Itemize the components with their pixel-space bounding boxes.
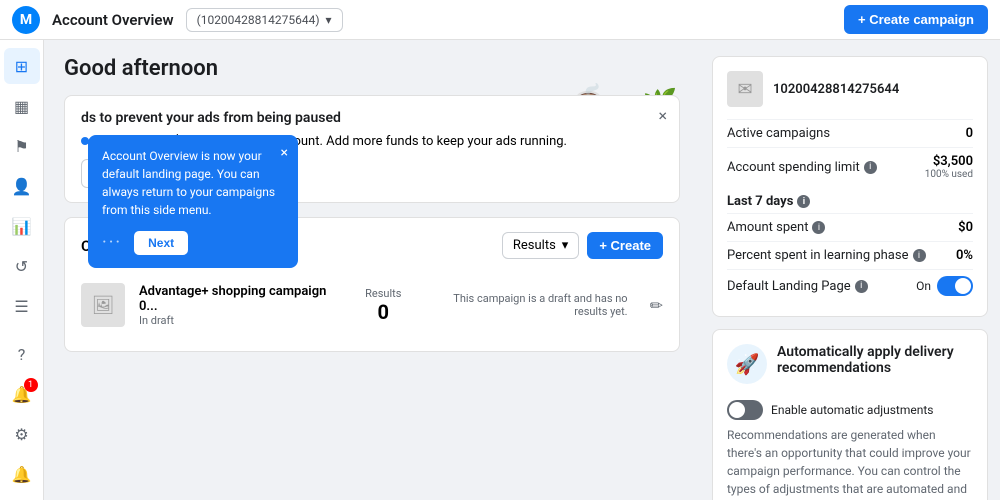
amount-spent-label: Amount spent i bbox=[727, 220, 825, 235]
results-label-row: Results bbox=[353, 287, 413, 300]
amount-spent-info-icon[interactable]: i bbox=[812, 221, 825, 234]
account-selector[interactable]: (10200428814275644) ▾ bbox=[186, 8, 343, 32]
spending-limit-info-icon[interactable]: i bbox=[864, 161, 877, 174]
default-landing-info-icon[interactable]: i bbox=[855, 280, 868, 293]
alert-title: ds to prevent your ads from being paused bbox=[81, 110, 663, 126]
sidebar-item-flag[interactable]: ⚑ bbox=[4, 128, 40, 164]
spending-limit-row: Account spending limit i $3,500 100% use… bbox=[727, 147, 973, 186]
tooltip-dots: ··· bbox=[102, 229, 122, 256]
sidebar-item-gear[interactable]: ⚙ bbox=[4, 416, 40, 452]
campaign-note: This campaign is a draft and has no resu… bbox=[427, 292, 635, 318]
account-avatar-icon: ✉ bbox=[727, 71, 763, 107]
percent-learning-info-icon[interactable]: i bbox=[913, 249, 926, 262]
default-landing-row: Default Landing Page i On bbox=[727, 269, 973, 302]
default-landing-on-label: On bbox=[916, 279, 931, 293]
percent-learning-label: Percent spent in learning phase i bbox=[727, 248, 926, 263]
meta-logo: M bbox=[12, 6, 40, 34]
percent-learning-row: Percent spent in learning phase i 0% bbox=[727, 241, 973, 269]
campaign-thumbnail: 🖼 bbox=[81, 283, 125, 327]
campaign-status: In draft bbox=[139, 314, 339, 327]
default-landing-toggle[interactable] bbox=[937, 276, 973, 296]
results-dropdown[interactable]: Results ▾ bbox=[502, 232, 579, 259]
active-campaigns-row: Active campaigns 0 bbox=[727, 119, 973, 147]
tooltip-popup: × Account Overview is now your default l… bbox=[88, 135, 298, 268]
account-overview-card: ✉ 10200428814275644 Active campaigns 0 A… bbox=[712, 56, 988, 317]
results-value: 0 bbox=[353, 300, 413, 324]
sidebar-item-menu[interactable]: ☰ bbox=[4, 288, 40, 324]
main-layout: ⊞ ▦ ⚑ 👤 📊 ↺ ☰ ? 🔔 1 ⚙ 🔔 × Account Overvi… bbox=[0, 40, 1000, 500]
page-title: Account Overview bbox=[52, 11, 174, 29]
alert-close-button[interactable]: × bbox=[658, 106, 667, 125]
last7days-info-icon[interactable]: i bbox=[797, 195, 810, 208]
sidebar-item-notifications[interactable]: 🔔 1 bbox=[4, 376, 40, 412]
spending-limit-label: Account spending limit i bbox=[727, 160, 877, 175]
toggle-knob bbox=[955, 278, 971, 294]
active-campaigns-value: 0 bbox=[966, 126, 973, 141]
sidebar-item-bell[interactable]: 🔔 bbox=[4, 456, 40, 492]
delivery-icon: 🚀 bbox=[727, 344, 767, 384]
account-id-display: 10200428814275644 bbox=[773, 82, 899, 97]
percent-learning-value: 0% bbox=[956, 248, 973, 263]
main-content: × Account Overview is now your default l… bbox=[44, 40, 700, 500]
enable-adjustments-row: Enable automatic adjustments bbox=[727, 394, 973, 426]
campaign-row: 🖼 Advantage+ shopping campaign 0... In d… bbox=[81, 273, 663, 337]
dropdown-chevron-icon: ▾ bbox=[562, 238, 569, 253]
campaign-name: Advantage+ shopping campaign 0... bbox=[139, 284, 339, 314]
active-campaigns-label: Active campaigns bbox=[727, 126, 830, 141]
sidebar-item-grid[interactable]: ▦ bbox=[4, 88, 40, 124]
delivery-description: Recommendations are generated when there… bbox=[727, 426, 973, 500]
sidebar-item-home[interactable]: ⊞ bbox=[4, 48, 40, 84]
sidebar-item-rotate[interactable]: ↺ bbox=[4, 248, 40, 284]
amount-spent-row: Amount spent i $0 bbox=[727, 213, 973, 241]
spending-limit-sub: 100% used bbox=[925, 169, 973, 180]
account-id-label: (10200428814275644) bbox=[197, 13, 320, 27]
results-label: Results bbox=[513, 238, 556, 253]
spending-limit-value: $3,500 bbox=[925, 154, 973, 169]
tooltip-close-button[interactable]: × bbox=[281, 143, 288, 164]
default-landing-label: Default Landing Page i bbox=[727, 279, 868, 294]
chevron-down-icon: ▾ bbox=[326, 13, 332, 27]
top-nav: M Account Overview (10200428814275644) ▾… bbox=[0, 0, 1000, 40]
sidebar-item-help[interactable]: ? bbox=[4, 336, 40, 372]
tooltip-next-button[interactable]: Next bbox=[134, 231, 188, 255]
delivery-title: Automatically apply delivery recommendat… bbox=[777, 344, 973, 376]
create-campaign-button[interactable]: + Create campaign bbox=[844, 5, 988, 34]
toggle-knob-off bbox=[729, 402, 745, 418]
sidebar-item-people[interactable]: 👤 bbox=[4, 168, 40, 204]
edit-icon[interactable]: ✏ bbox=[650, 296, 663, 315]
last7days-header: Last 7 days i bbox=[727, 186, 973, 213]
enable-adjustments-label: Enable automatic adjustments bbox=[771, 403, 933, 417]
sidebar-item-chart[interactable]: 📊 bbox=[4, 208, 40, 244]
tooltip-text: Account Overview is now your default lan… bbox=[102, 147, 284, 219]
sidebar: ⊞ ▦ ⚑ 👤 📊 ↺ ☰ ? 🔔 1 ⚙ 🔔 bbox=[0, 40, 44, 500]
delivery-recommendations-card: 🚀 Automatically apply delivery recommend… bbox=[712, 329, 988, 500]
enable-adjustments-toggle[interactable] bbox=[727, 400, 763, 420]
create-button[interactable]: + Create bbox=[587, 232, 663, 259]
amount-spent-value: $0 bbox=[958, 220, 973, 235]
right-panel: ✉ 10200428814275644 Active campaigns 0 A… bbox=[700, 40, 1000, 500]
notification-badge: 1 bbox=[24, 378, 38, 392]
